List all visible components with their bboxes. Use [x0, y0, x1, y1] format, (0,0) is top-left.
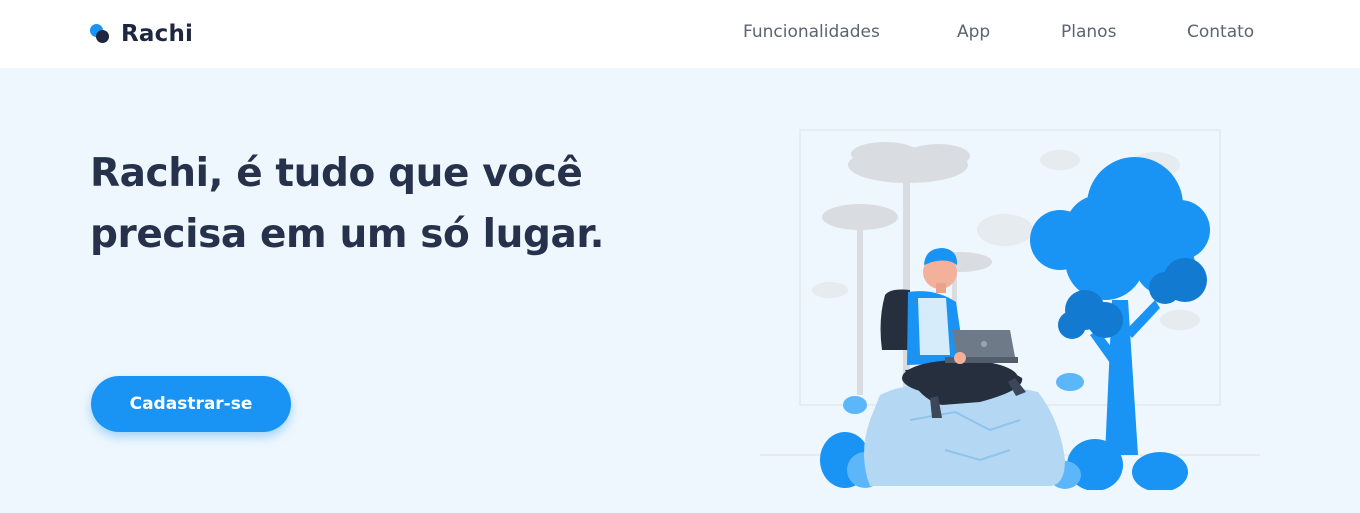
hero-headline-line-2: precisa em um só lugar.	[90, 212, 605, 257]
main-nav: Funcionalidades App Planos Contato	[0, 22, 1360, 46]
signup-button[interactable]: Cadastrar-se	[91, 376, 291, 432]
nav-link-funcionalidades[interactable]: Funcionalidades	[743, 22, 880, 42]
hero-headline: Rachi, é tudo que você precisa em um só …	[90, 143, 650, 265]
hero-headline-line-1: Rachi, é tudo que você	[90, 151, 583, 196]
hero-illustration	[760, 129, 1260, 490]
navbar: Rachi Funcionalidades App Planos Contato	[0, 0, 1360, 68]
nav-link-app[interactable]: App	[957, 22, 990, 42]
nav-link-contato[interactable]: Contato	[1187, 22, 1254, 42]
nav-link-planos[interactable]: Planos	[1061, 22, 1116, 42]
